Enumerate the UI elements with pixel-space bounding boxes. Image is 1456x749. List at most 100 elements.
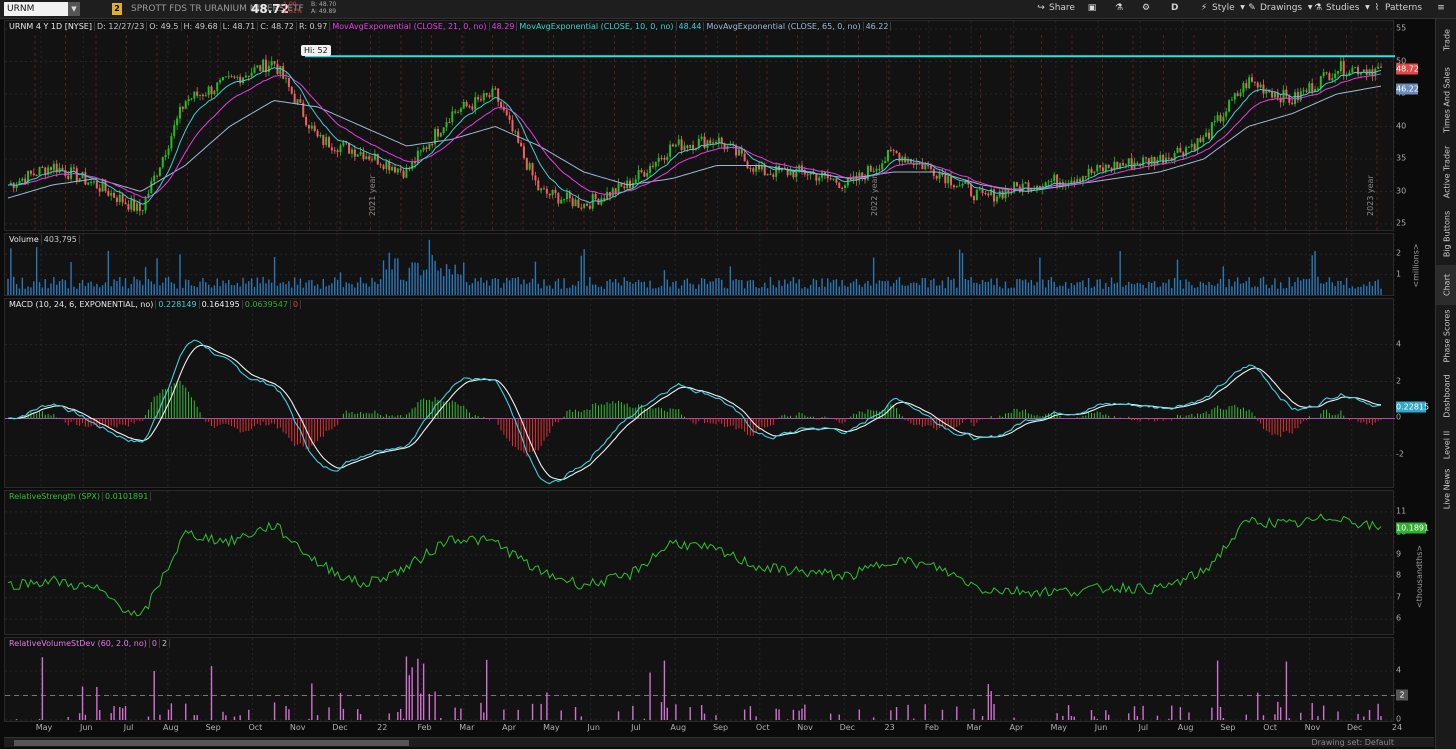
candle-body	[58, 167, 61, 173]
menu-button[interactable]: ≡	[1436, 3, 1446, 13]
volume-bar	[1116, 282, 1118, 295]
price-chart[interactable]: 2021 year 2022 year 2023 year	[5, 21, 1395, 232]
volume-bar	[222, 280, 224, 295]
candle-body	[964, 181, 967, 184]
candle-body	[468, 106, 471, 108]
candle-body	[393, 166, 396, 173]
x-tick-label: Dec	[839, 723, 856, 732]
volume-bar	[1371, 285, 1374, 295]
rv-bar	[485, 659, 488, 720]
candle-body	[950, 176, 953, 186]
candle-body	[87, 182, 90, 185]
relative-strength-line	[7, 513, 1382, 617]
candle-body	[511, 119, 514, 132]
sidebar-tab-dashboard[interactable]: Dashboard	[1436, 367, 1456, 425]
rv-bar	[580, 716, 582, 720]
volume-bar	[1357, 286, 1359, 295]
sidebar-tab-phase-scores[interactable]: Phase Scores	[1436, 305, 1456, 367]
volume-bar	[50, 283, 52, 295]
candle-body	[371, 159, 374, 161]
scroll-thumb[interactable]	[14, 740, 409, 746]
relative-volume-panel[interactable]: RelativeVolumeStDev (60, 2.0, no) 0 2	[4, 637, 1395, 723]
rs-y-axis[interactable]: 1110987610.1891<thousandths>	[1396, 490, 1435, 635]
patterns-button[interactable]: ⌇ Patterns	[1372, 3, 1422, 13]
volume-bar	[399, 279, 402, 295]
candle-body	[651, 165, 654, 167]
aggregation-button[interactable]: D	[1171, 3, 1178, 13]
rv-bar	[167, 709, 170, 720]
chevron-down-icon[interactable]: ▼	[68, 2, 80, 16]
volume-bar	[1222, 266, 1225, 295]
candle-body	[494, 88, 497, 90]
price-panel[interactable]: 2021 year 2022 year 2023 year URNM 4 Y 1D …	[4, 20, 1395, 232]
relative-strength-chart[interactable]	[5, 491, 1395, 636]
candle-body	[130, 199, 133, 210]
rv-bar	[311, 683, 313, 720]
sidebar-tab-live-news[interactable]: Live News	[1436, 465, 1456, 513]
volume-bar	[743, 288, 746, 295]
candle-body	[1242, 83, 1245, 93]
x-tick-label: Nov	[289, 723, 306, 732]
candle-body	[44, 167, 47, 175]
volume-bar	[643, 281, 646, 295]
price-y-axis[interactable]: 5550454035302548.7246.22	[1396, 20, 1435, 231]
volume-bar	[164, 277, 167, 295]
candle-body	[193, 91, 196, 99]
sidebar-tab-chart[interactable]: Chart	[1436, 265, 1456, 305]
candle-body	[1239, 92, 1242, 97]
sidebar-tab-active-trader[interactable]: Active Trader	[1436, 141, 1456, 203]
chart-scrollbar[interactable]: Drawing set: Default	[4, 737, 1434, 747]
volume-y-axis[interactable]: 2 1 <millions>	[1396, 233, 1435, 296]
volume-bar	[855, 278, 858, 295]
share-button[interactable]: ↪ Share	[1036, 3, 1075, 13]
macd-panel[interactable]: MACD (10, 24, 6, EXPONENTIAL, no) 0.22814…	[4, 298, 1395, 489]
sidebar-tab-trade[interactable]: Trade	[1436, 21, 1456, 59]
volume-bar	[884, 281, 886, 295]
relative-strength-panel[interactable]: RelativeStrength (SPX) 0.0101891	[4, 490, 1395, 636]
drawings-button[interactable]: ✎ Drawings ▼	[1247, 3, 1315, 13]
y-tick-label: 25	[1396, 218, 1407, 228]
volume-bar	[1202, 282, 1204, 295]
rv-bar	[973, 708, 975, 720]
volume-bar	[187, 280, 190, 295]
candle-body	[637, 170, 640, 180]
candle-body	[267, 65, 270, 72]
volume-bar	[205, 282, 207, 295]
candle-body	[350, 149, 353, 154]
candle-body	[1230, 99, 1233, 101]
sidebar-tab-big-buttons[interactable]: Big Buttons	[1436, 203, 1456, 265]
candle-body	[1101, 167, 1104, 172]
link-group-badge[interactable]: 2	[112, 3, 122, 15]
candle-body	[706, 140, 709, 149]
sidebar-tab-times-and-sales[interactable]: Times And Sales	[1436, 59, 1456, 141]
volume-bar	[1059, 285, 1061, 295]
volume-bar	[73, 286, 75, 295]
volume-panel[interactable]: Volume 403,795	[4, 233, 1395, 297]
symbol-input[interactable]: URNM ▼	[4, 2, 80, 16]
volume-bar	[523, 279, 525, 295]
candle-body	[929, 165, 932, 169]
sidebar-tab-level-ii[interactable]: Level II	[1436, 425, 1456, 465]
relative-volume-chart[interactable]	[5, 638, 1395, 723]
volume-bar	[629, 281, 631, 295]
volume-bar	[646, 287, 648, 295]
time-axis[interactable]: May Jun Jul Aug Sep Oct Nov Dec 22 Feb Mar Apr May Ju…	[4, 722, 1402, 735]
snapshot-button[interactable]: ▣	[1087, 3, 1097, 13]
studies-button[interactable]: ⚗ Studies ▼	[1313, 3, 1372, 13]
settings-button[interactable]: ⚙	[1141, 3, 1151, 13]
candle-body	[485, 93, 488, 96]
candle-body	[603, 198, 606, 201]
rv-bar	[700, 705, 703, 720]
volume-bar	[841, 280, 843, 295]
gear-icon: ⚙	[1141, 3, 1151, 13]
flask-button[interactable]: ⚗	[1114, 3, 1124, 13]
pencil-icon: ✎	[1248, 3, 1256, 13]
volume-bar	[852, 281, 855, 295]
candle-body	[459, 108, 462, 113]
candle-body	[1291, 102, 1294, 105]
rv-y-axis[interactable]: 4202	[1396, 637, 1435, 724]
macd-y-axis[interactable]: 4 2 0 -2 0.22815	[1396, 298, 1435, 488]
style-button[interactable]: ⚡ Style ▼	[1199, 3, 1248, 13]
volume-chart[interactable]	[5, 234, 1395, 297]
macd-chart[interactable]	[5, 299, 1395, 489]
